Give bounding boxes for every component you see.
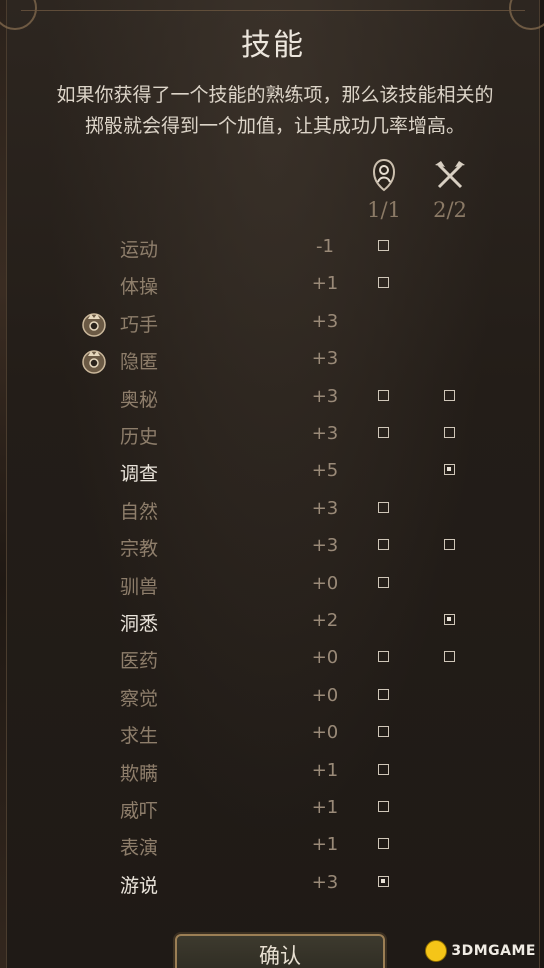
- skill-name: 自然: [120, 500, 159, 523]
- skill-modifier: +2: [311, 610, 339, 631]
- background-proficiency-checkbox[interactable]: [378, 389, 389, 401]
- column-header-background: 1/1: [354, 156, 414, 222]
- background-proficiency-checkbox[interactable]: [378, 801, 389, 812]
- skill-modifier: +3: [311, 423, 339, 444]
- skill-name: 洞悉: [120, 613, 159, 635]
- skill-row[interactable]: 察觉 +0: [7, 680, 539, 717]
- skill-name: 奥秘: [120, 388, 159, 411]
- skill-modifier: +0: [311, 647, 339, 669]
- class-proficiency-checkbox[interactable]: [444, 614, 455, 625]
- class-proficiency-checkbox[interactable]: [444, 427, 455, 438]
- skill-row[interactable]: 医药 +0: [7, 642, 539, 679]
- skill-row[interactable]: 威吓 +1: [7, 792, 539, 829]
- skill-modifier: +1: [311, 797, 339, 818]
- skill-row[interactable]: 欺瞒 +1: [7, 755, 539, 792]
- background-proficiency-checkbox[interactable]: [378, 501, 389, 513]
- character-portrait-icon: [354, 156, 414, 194]
- skill-row[interactable]: 运动 -1: [7, 231, 539, 268]
- skill-modifier: +1: [311, 834, 339, 856]
- watermark: 3DMGAME: [425, 940, 536, 962]
- column-count: 2/2: [433, 198, 467, 222]
- background-proficiency-checkbox[interactable]: [378, 688, 389, 700]
- background-proficiency-checkbox[interactable]: [378, 240, 389, 251]
- crossed-tools-icon: [420, 156, 480, 194]
- skill-modifier: +1: [311, 273, 339, 295]
- expertise-badge-icon: [79, 346, 109, 376]
- description: 如果你获得了一个技能的熟练项，那么该技能相关的 掷骰就会得到一个加值，让其成功几…: [25, 80, 525, 142]
- skill-modifier: +3: [311, 310, 339, 332]
- skill-row[interactable]: 驯兽 +0: [7, 568, 539, 605]
- class-proficiency-checkbox[interactable]: [444, 651, 455, 663]
- skill-name: 体操: [120, 276, 159, 299]
- skill-name: 表演: [120, 837, 159, 860]
- skill-name: 游说: [120, 874, 159, 897]
- description-line: 如果你获得了一个技能的熟练项，那么该技能相关的: [56, 84, 494, 106]
- description-line: 掷骰就会得到一个加值，让其成功几率增高。: [84, 115, 465, 137]
- skill-row[interactable]: 求生 +0: [7, 717, 539, 754]
- expertise-badge-icon: [79, 309, 109, 339]
- class-proficiency-checkbox[interactable]: [444, 539, 455, 551]
- skill-name: 巧手: [120, 313, 159, 336]
- skill-row[interactable]: 巧手 +3: [7, 306, 539, 343]
- skill-name: 驯兽: [120, 575, 159, 598]
- skill-name: 威吓: [120, 800, 159, 822]
- skill-row[interactable]: 表演 +1: [7, 829, 539, 866]
- skill-name: 察觉: [120, 687, 159, 710]
- skill-name: 运动: [120, 239, 159, 261]
- skill-row[interactable]: 奥秘 +3: [7, 381, 539, 418]
- page-title: 技能: [241, 28, 305, 63]
- skill-row[interactable]: 宗教 +3: [7, 530, 539, 567]
- skill-name: 医药: [120, 650, 159, 673]
- column-count: 1/1: [367, 198, 401, 222]
- skills-panel: 技能 如果你获得了一个技能的熟练项，那么该技能相关的 掷骰就会得到一个加值，让其…: [0, 0, 544, 968]
- background-proficiency-checkbox[interactable]: [378, 726, 389, 738]
- class-proficiency-checkbox[interactable]: [444, 389, 455, 401]
- skill-modifier: +3: [311, 535, 339, 557]
- skill-modifier: +3: [311, 385, 339, 407]
- skill-modifier: -1: [316, 236, 334, 257]
- column-header-class: 2/2: [420, 156, 480, 222]
- skill-name: 隐匿: [120, 351, 159, 374]
- background-proficiency-checkbox[interactable]: [378, 651, 389, 663]
- skill-row[interactable]: 调查 +5: [7, 455, 539, 492]
- skill-row[interactable]: 自然 +3: [7, 493, 539, 530]
- class-proficiency-checkbox[interactable]: [444, 464, 455, 476]
- watermark-logo-icon: [425, 940, 448, 962]
- background-proficiency-checkbox[interactable]: [378, 277, 389, 289]
- skill-modifier: +1: [311, 759, 339, 781]
- skill-modifier: +0: [311, 684, 339, 706]
- skill-name: 求生: [120, 725, 159, 748]
- watermark-text: 3DMGAME: [451, 943, 536, 959]
- background-proficiency-checkbox[interactable]: [378, 539, 389, 551]
- skill-row[interactable]: 游说 +3: [7, 867, 539, 904]
- skill-row[interactable]: 体操 +1: [7, 268, 539, 305]
- skill-modifier: +3: [311, 871, 339, 893]
- skill-row[interactable]: 洞悉 +2: [7, 605, 539, 642]
- confirm-button[interactable]: 确认: [175, 934, 385, 968]
- skill-name: 调查: [120, 463, 159, 486]
- skill-name: 宗教: [120, 538, 159, 561]
- skill-modifier: +5: [311, 460, 339, 482]
- frame-border: [21, 10, 525, 11]
- background-proficiency-checkbox[interactable]: [378, 875, 389, 887]
- background-proficiency-checkbox[interactable]: [378, 427, 389, 438]
- skill-name: 历史: [120, 426, 159, 448]
- skill-row[interactable]: 历史 +3: [7, 418, 539, 455]
- background-proficiency-checkbox[interactable]: [378, 838, 389, 850]
- skill-modifier: +0: [311, 572, 339, 594]
- skill-name: 欺瞒: [120, 762, 159, 785]
- skill-row[interactable]: 隐匿 +3: [7, 343, 539, 380]
- skill-modifier: +0: [311, 722, 339, 744]
- skill-modifier: +3: [311, 348, 339, 370]
- background-proficiency-checkbox[interactable]: [378, 576, 389, 588]
- background-proficiency-checkbox[interactable]: [378, 763, 389, 775]
- skill-modifier: +3: [311, 497, 339, 519]
